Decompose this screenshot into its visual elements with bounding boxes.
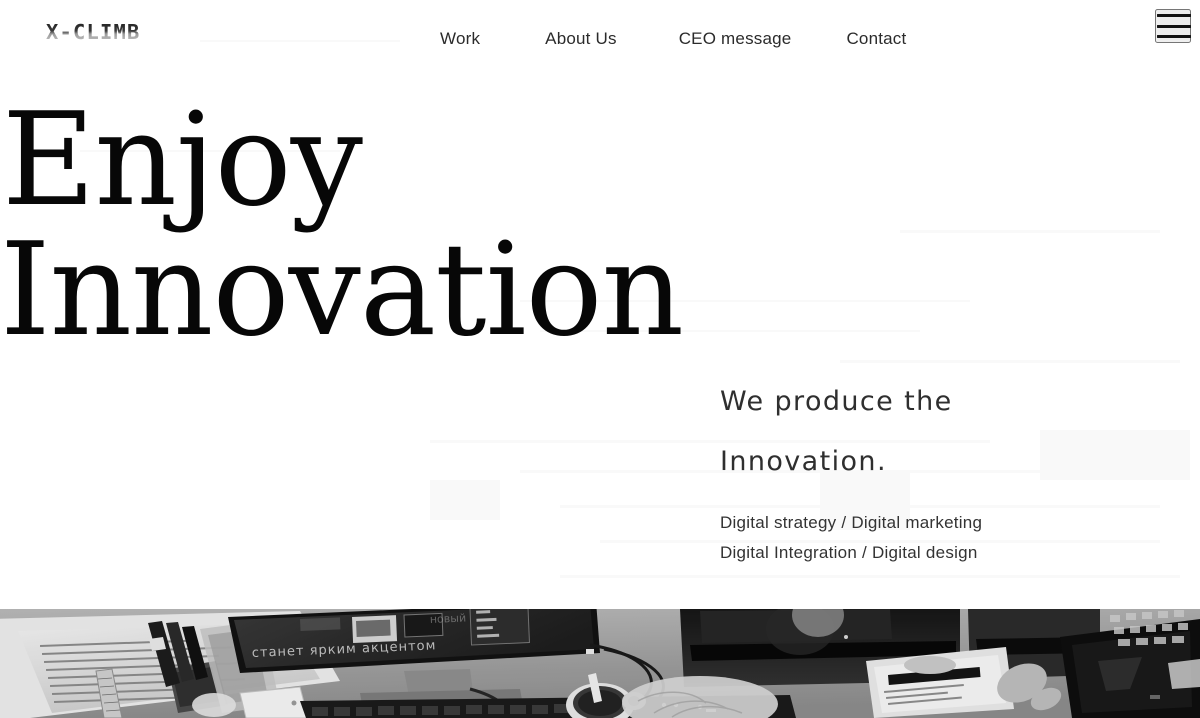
hero-lede-line-2: Innovation. [720, 446, 887, 477]
hero-photo-image: станет ярким акцентом новый сезон [0, 609, 1200, 718]
services-line-1: Digital strategy / Digital marketing [720, 513, 983, 532]
hamburger-menu-icon[interactable] [1155, 9, 1191, 43]
hamburger-bar-top [1157, 14, 1191, 17]
nav-item-about-us[interactable]: About Us [545, 28, 617, 50]
hero-heading-line-1: Enjoy [2, 86, 363, 235]
nav-item-work[interactable]: Work [440, 28, 480, 50]
hero-lede-line-1: We produce the [720, 386, 953, 417]
svg-text:X-CLIMB: X-CLIMB [46, 20, 140, 44]
page-root: X-CLIMB Work About Us CEO message Contac… [0, 0, 1200, 718]
hero-heading: Enjoy Innovation [0, 86, 684, 365]
hamburger-bar-middle [1157, 24, 1191, 28]
hero-heading-line-2: Innovation [0, 216, 684, 365]
services-line-2: Digital Integration / Digital design [720, 543, 978, 562]
hero-lede: We produce the Innovation. [720, 372, 953, 492]
main-navigation: Work About Us CEO message Contact [440, 28, 906, 50]
logo-mark-icon: X-CLIMB [46, 20, 140, 44]
x-climb-logo[interactable]: X-CLIMB [46, 19, 182, 45]
nav-item-ceo-message[interactable]: CEO message [679, 28, 792, 50]
hero-photo: станет ярким акцентом новый сезон [0, 609, 1200, 718]
site-header: X-CLIMB Work About Us CEO message Contac… [0, 0, 1200, 80]
hamburger-bar-bottom [1157, 35, 1191, 38]
nav-item-contact[interactable]: Contact [846, 28, 906, 50]
services-list: Digital strategy / Digital marketing Dig… [720, 508, 982, 568]
